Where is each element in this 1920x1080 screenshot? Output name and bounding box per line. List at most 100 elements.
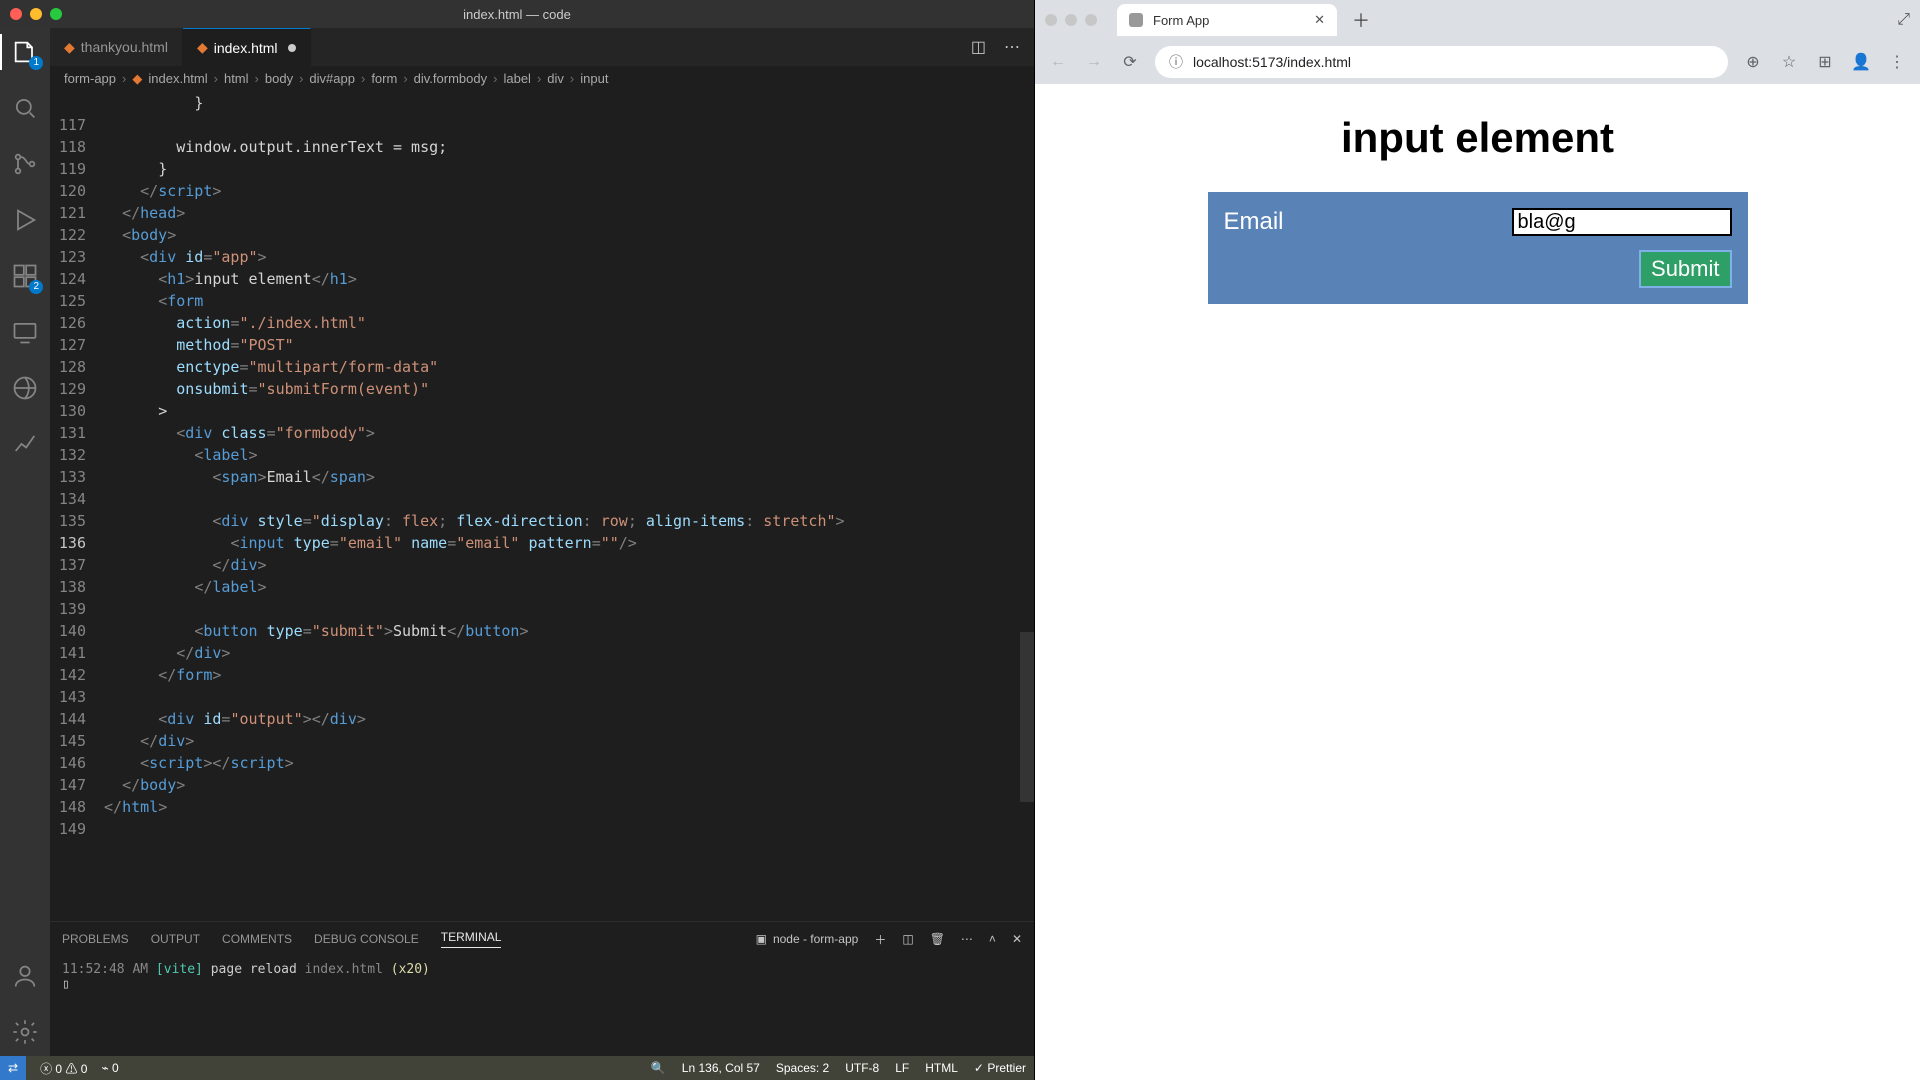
kill-terminal-icon[interactable]: 🗑	[930, 932, 945, 946]
browser-tabstrip: Form App ✕ ＋ ⤢	[1035, 0, 1920, 40]
status-eol[interactable]: LF	[895, 1061, 909, 1075]
panel-tab-output[interactable]: OUTPUT	[151, 932, 200, 946]
html-file-icon: ◆	[197, 39, 208, 56]
graph-icon[interactable]	[11, 430, 39, 458]
titlebar: index.html — code	[0, 0, 1034, 28]
address-bar[interactable]: ⓘ localhost:5173/index.html	[1155, 46, 1728, 78]
rendered-page: input element Email Submit	[1035, 84, 1920, 1080]
extensions-icon[interactable]: 2	[11, 262, 39, 290]
status-language[interactable]: HTML	[925, 1061, 958, 1075]
status-errors[interactable]: ⓧ 0 ⚠ 0	[40, 1060, 87, 1077]
breadcrumb-segment[interactable]: form	[371, 71, 397, 86]
breadcrumb-segment[interactable]: html	[224, 71, 249, 86]
breadcrumb-segment[interactable]: label	[503, 71, 530, 86]
breadcrumb-segment[interactable]: div#app	[309, 71, 355, 86]
status-indent[interactable]: Spaces: 2	[776, 1061, 829, 1075]
zoom-icon[interactable]	[1085, 14, 1097, 26]
breadcrumb-segment[interactable]: index.html	[148, 71, 207, 86]
maximize-panel-icon[interactable]: ˄	[989, 932, 996, 946]
extensions-badge: 2	[29, 280, 43, 294]
more-actions-icon[interactable]: ⋯	[1004, 37, 1020, 57]
vscode-window: index.html — code 1 2	[0, 0, 1034, 1080]
code-editor[interactable]: 1171181191201211221231241251261271281291…	[50, 92, 1034, 921]
new-terminal-icon[interactable]: ＋	[874, 931, 886, 948]
forward-button[interactable]: →	[1083, 53, 1105, 71]
breadcrumb-segment[interactable]: form-app	[64, 71, 116, 86]
window-controls	[10, 8, 62, 20]
search-icon[interactable]	[11, 94, 39, 122]
browser-window-controls	[1045, 14, 1097, 26]
run-debug-icon[interactable]	[11, 206, 39, 234]
accounts-icon[interactable]	[11, 962, 39, 990]
terminal-output[interactable]: 11:52:48 AM [vite] page reload index.htm…	[50, 956, 1034, 1056]
bookmark-star-icon[interactable]: ☆	[1778, 52, 1800, 72]
panel: PROBLEMS OUTPUT COMMENTS DEBUG CONSOLE TERMI…	[50, 921, 1034, 1056]
expand-tabs-icon[interactable]: ⤢	[1897, 11, 1910, 29]
split-terminal-icon[interactable]: ◫	[902, 932, 913, 946]
browser-menu-icon[interactable]: ⋮	[1886, 52, 1908, 72]
node-icon: ▣	[756, 932, 767, 946]
url-text: localhost:5173/index.html	[1193, 54, 1351, 70]
panel-tab-comments[interactable]: COMMENTS	[222, 932, 292, 946]
close-icon[interactable]	[1045, 14, 1057, 26]
window-title: index.html — code	[463, 7, 571, 22]
close-panel-icon[interactable]: ✕	[1012, 932, 1022, 946]
source-control-icon[interactable]	[11, 150, 39, 178]
tab-label: thankyou.html	[81, 39, 168, 55]
close-tab-icon[interactable]: ✕	[1314, 12, 1325, 28]
panel-tab-problems[interactable]: PROBLEMS	[62, 932, 129, 946]
breadcrumb-segment[interactable]: body	[265, 71, 293, 86]
html-file-icon: ◆	[64, 39, 75, 56]
zoom-window-icon[interactable]	[50, 8, 62, 20]
breadcrumb-segment[interactable]: input	[580, 71, 608, 86]
split-editor-icon[interactable]: ◫	[971, 37, 986, 57]
status-bar: ⇄ ⓧ 0 ⚠ 0 ⌁ 0 🔍 Ln 136, Col 57 Spaces: 2…	[0, 1056, 1034, 1080]
terminal-cursor: ▯	[62, 977, 1022, 992]
breadcrumbs[interactable]: form-app›◆index.html›html›body›div#app›f…	[50, 66, 1034, 92]
form-container: Email Submit	[1208, 192, 1748, 304]
scrollbar-thumb[interactable]	[1020, 632, 1034, 802]
profile-avatar-icon[interactable]: 👤	[1850, 52, 1872, 72]
browser-tab-title: Form App	[1153, 13, 1209, 28]
tab-thankyou[interactable]: ◆ thankyou.html	[50, 28, 183, 66]
more-panel-icon[interactable]: ⋯	[961, 932, 973, 946]
email-input[interactable]	[1512, 208, 1732, 236]
settings-gear-icon[interactable]	[11, 1018, 39, 1046]
site-info-icon[interactable]: ⓘ	[1169, 52, 1183, 72]
panel-tabs: PROBLEMS OUTPUT COMMENTS DEBUG CONSOLE TERMI…	[50, 922, 1034, 956]
dirty-indicator-icon	[288, 44, 296, 52]
remote-explorer-icon[interactable]	[11, 318, 39, 346]
browser-window: Form App ✕ ＋ ⤢ ← → ⟳ ⓘ localhost:5173/in…	[1034, 0, 1920, 1080]
extensions-puzzle-icon[interactable]: ⊞	[1814, 52, 1836, 72]
tab-label: index.html	[214, 40, 278, 56]
submit-button[interactable]: Submit	[1639, 250, 1731, 288]
remote-indicator-icon[interactable]: ⇄	[0, 1056, 26, 1080]
code-content[interactable]: } window.output.innerText = msg; } </scr…	[104, 92, 1034, 921]
minimize-icon[interactable]	[1065, 14, 1077, 26]
close-window-icon[interactable]	[10, 8, 22, 20]
zoom-icon[interactable]: ⊕	[1742, 52, 1764, 72]
explorer-icon[interactable]: 1	[11, 38, 39, 66]
line-number-gutter: 1171181191201211221231241251261271281291…	[50, 92, 104, 921]
editor-tabs: ◆ thankyou.html ◆ index.html ◫ ⋯	[50, 28, 1034, 66]
status-prettier[interactable]: ✓ Prettier	[974, 1061, 1026, 1075]
minimize-window-icon[interactable]	[30, 8, 42, 20]
status-encoding[interactable]: UTF-8	[845, 1061, 879, 1075]
new-tab-button[interactable]: ＋	[1347, 6, 1375, 34]
tab-index[interactable]: ◆ index.html	[183, 28, 311, 66]
live-share-icon[interactable]	[11, 374, 39, 402]
breadcrumb-segment[interactable]: div	[547, 71, 564, 86]
reload-button[interactable]: ⟳	[1119, 52, 1141, 72]
activity-bar: 1 2	[0, 28, 50, 1056]
browser-tab[interactable]: Form App ✕	[1117, 4, 1337, 36]
panel-tab-terminal[interactable]: TERMINAL	[441, 930, 502, 948]
back-button[interactable]: ←	[1047, 53, 1069, 71]
terminal-selector[interactable]: ▣ node - form-app	[756, 932, 859, 946]
status-cursor-pos[interactable]: Ln 136, Col 57	[682, 1061, 760, 1075]
status-ports[interactable]: ⌁ 0	[101, 1061, 118, 1075]
breadcrumb-segment[interactable]: div.formbody	[414, 71, 487, 86]
explorer-badge: 1	[29, 56, 43, 70]
status-search-icon[interactable]: 🔍	[651, 1061, 666, 1075]
email-label: Email	[1224, 208, 1284, 236]
panel-tab-debug-console[interactable]: DEBUG CONSOLE	[314, 932, 419, 946]
